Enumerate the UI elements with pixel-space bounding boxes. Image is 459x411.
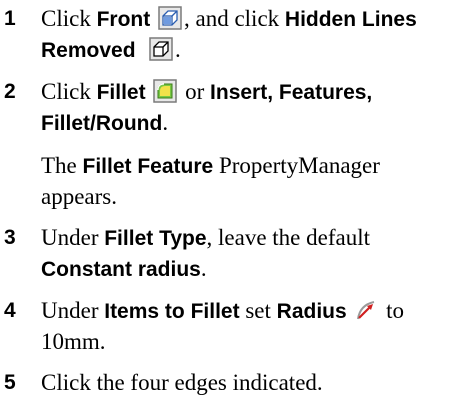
fillet-feature-label: Fillet Feature xyxy=(82,155,214,178)
step-text: , leave the default xyxy=(206,225,371,250)
step-number: 1 xyxy=(4,7,16,30)
step-text: Click xyxy=(41,6,97,31)
constant-radius-option: Constant radius xyxy=(41,258,201,281)
step-text: , and click xyxy=(184,6,285,31)
radius-icon xyxy=(354,298,379,322)
step-number: 2 xyxy=(4,80,16,103)
step-text: . xyxy=(175,37,181,62)
note-text: The xyxy=(41,153,83,178)
fillet-icon[interactable] xyxy=(153,79,178,103)
step-5: 5 Click the four edges indicated. xyxy=(0,368,459,398)
step-text: set xyxy=(239,298,277,323)
step-text: . xyxy=(200,256,207,281)
items-to-fillet-label: Items to Fillet xyxy=(104,300,240,323)
fillet-command: Fillet xyxy=(96,81,146,104)
fillet-type-label: Fillet Type xyxy=(104,227,207,250)
step-2: 2 Click Fillet or Insert, Features, Fill… xyxy=(0,77,459,139)
hidden-lines-removed-icon[interactable] xyxy=(149,37,173,61)
step-2-note: The Fillet Feature PropertyManager appea… xyxy=(0,151,459,212)
front-command: Front xyxy=(96,8,151,31)
step-text: Under xyxy=(41,298,105,323)
radius-label: Radius xyxy=(276,300,347,323)
step-3: 3 Under Fillet Type, leave the default C… xyxy=(0,223,459,285)
step-text: Click xyxy=(41,79,97,104)
step-text: Under xyxy=(41,225,105,250)
front-view-icon[interactable] xyxy=(158,6,182,30)
step-text: Click the four edges indicated. xyxy=(41,370,323,395)
step-4: 4 Under Items to Fillet set Radius to 10… xyxy=(0,296,459,357)
step-number: 4 xyxy=(4,299,16,322)
step-1: 1 Click Front , and click Hidden Lines R… xyxy=(0,4,459,66)
instruction-steps: 1 Click Front , and click Hidden Lines R… xyxy=(0,0,459,398)
step-number: 3 xyxy=(4,226,16,249)
step-text: or xyxy=(179,79,211,104)
step-text: . xyxy=(162,110,169,135)
step-number: 5 xyxy=(4,371,16,394)
